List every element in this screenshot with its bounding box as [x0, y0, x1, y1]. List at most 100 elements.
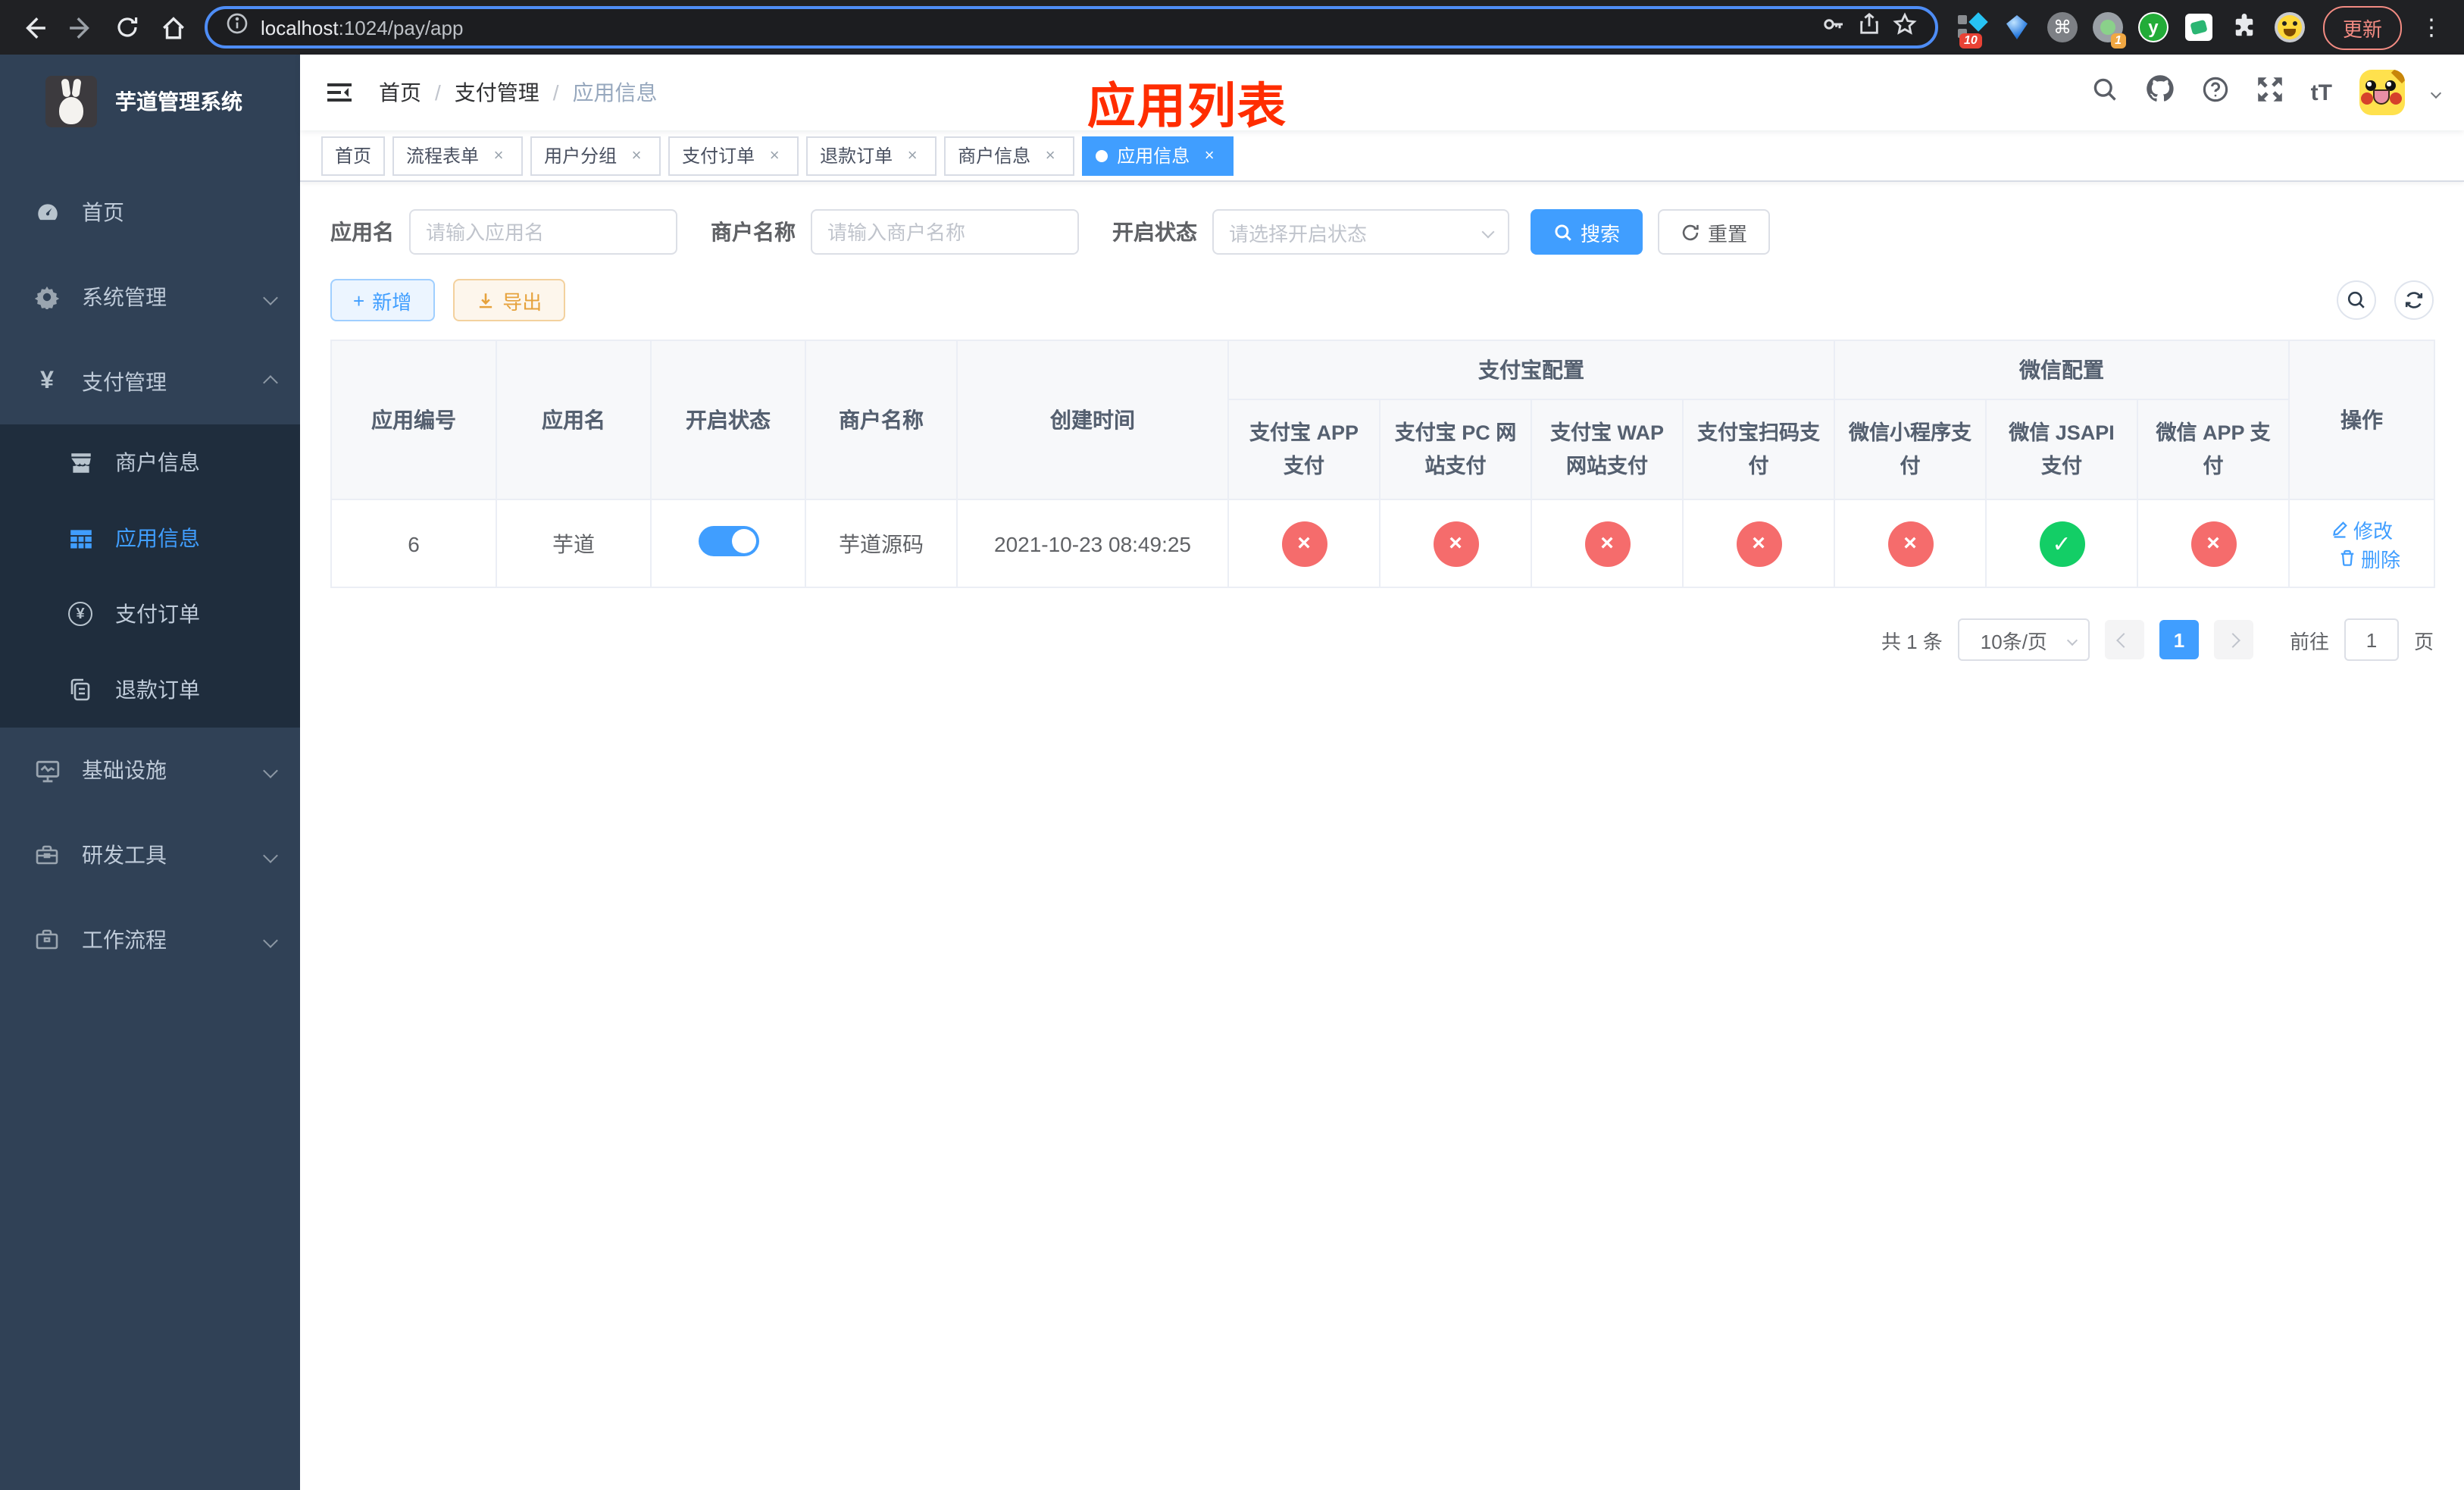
- tab-app-info[interactable]: 应用信息 ×: [1082, 136, 1234, 175]
- sidebar-item-workflow[interactable]: 工作流程: [0, 897, 300, 982]
- home-icon[interactable]: [161, 14, 186, 40]
- alipay-pc-status-icon: ×: [1433, 521, 1478, 567]
- tab-process-form[interactable]: 流程表单 ×: [392, 136, 524, 175]
- cell-created: 2021-10-23 08:49:25: [956, 499, 1229, 589]
- col-wx-mini: 微信小程序支付: [1834, 399, 1987, 501]
- alipay-app-status-icon: ×: [1281, 521, 1327, 567]
- plus-icon: +: [353, 289, 365, 311]
- tab-merchant-info[interactable]: 商户信息 ×: [944, 136, 1075, 175]
- search-button[interactable]: 搜索: [1531, 209, 1643, 255]
- extension-emoji-icon[interactable]: [2274, 12, 2305, 42]
- breadcrumb-home[interactable]: 首页: [379, 77, 421, 108]
- group-wechat-config: 微信配置: [1834, 339, 2290, 401]
- tab-close-icon[interactable]: ×: [626, 145, 647, 166]
- next-page-button[interactable]: [2213, 620, 2253, 660]
- user-avatar[interactable]: [2359, 70, 2405, 115]
- edit-link[interactable]: 修改: [2331, 515, 2393, 544]
- extension-chat-icon[interactable]: [2184, 12, 2214, 42]
- breadcrumb-pay[interactable]: 支付管理: [455, 77, 539, 108]
- page-number[interactable]: 1: [2159, 620, 2199, 660]
- tab-pay-order[interactable]: 支付订单 ×: [668, 136, 799, 175]
- alipay-qr-status-icon: ×: [1736, 521, 1781, 567]
- col-alipay-qr: 支付宝扫码支付: [1682, 399, 1835, 501]
- sidebar-item-pay-order[interactable]: ¥ 支付订单: [0, 576, 300, 652]
- status-select[interactable]: 请选择开启状态: [1212, 209, 1509, 255]
- enabled-toggle[interactable]: [698, 526, 758, 557]
- refresh-button[interactable]: [2394, 280, 2434, 320]
- share-icon[interactable]: [1858, 12, 1881, 42]
- delete-link[interactable]: 删除: [2338, 544, 2400, 573]
- gear-icon: [33, 285, 61, 309]
- fullscreen-icon[interactable]: [2256, 75, 2284, 110]
- forward-icon[interactable]: [68, 14, 94, 40]
- pen-icon: [2333, 521, 2347, 539]
- goto-page-input[interactable]: [2344, 618, 2399, 662]
- prev-page-button[interactable]: [2104, 620, 2144, 660]
- app-name-input[interactable]: [409, 209, 677, 255]
- tab-user-group[interactable]: 用户分组 ×: [530, 136, 661, 175]
- sidebar-item-infra[interactable]: 基础设施: [0, 728, 300, 812]
- select-caret-icon: [2066, 634, 2078, 646]
- col-app-name: 应用名: [496, 339, 652, 501]
- url-bar[interactable]: localhost:1024/pay/app: [205, 6, 1938, 49]
- tab-close-icon[interactable]: ×: [488, 145, 509, 166]
- cell-merchant: 芋道源码: [805, 499, 958, 589]
- sidebar-item-refund-order[interactable]: 退款订单: [0, 652, 300, 728]
- sidebar-item-label: 支付订单: [115, 602, 200, 626]
- cell-app-name: 芋道: [496, 499, 652, 589]
- extension-yudao-icon[interactable]: y: [2137, 12, 2169, 42]
- site-info-icon[interactable]: [226, 12, 249, 42]
- sidebar-logo-row[interactable]: 芋道管理系统: [0, 55, 300, 149]
- tab-close-icon[interactable]: ×: [1040, 145, 1061, 166]
- screenshot-root: localhost:1024/pay/app 10 ⌘ 1 y 更新 ⋮ 芋道管…: [0, 0, 2464, 1490]
- tab-close-icon[interactable]: ×: [1199, 145, 1220, 166]
- tab-home[interactable]: 首页: [321, 136, 386, 175]
- extensions-puzzle-icon[interactable]: [2229, 12, 2259, 42]
- app-logo: [45, 76, 97, 127]
- reload-icon[interactable]: [115, 15, 139, 39]
- back-icon[interactable]: [21, 14, 47, 40]
- sidebar-item-pay[interactable]: ¥ 支付管理: [0, 340, 300, 424]
- sidebar-collapse-icon[interactable]: [300, 55, 379, 130]
- help-icon[interactable]: [2202, 75, 2229, 110]
- export-button[interactable]: 导出: [452, 279, 565, 321]
- cell-status: [650, 499, 806, 589]
- merchant-name-label: 商户名称: [711, 220, 796, 244]
- cell-app-id: 6: [330, 499, 497, 589]
- toolbar-row: + 新增 导出: [330, 279, 2434, 321]
- tab-close-icon[interactable]: ×: [764, 145, 785, 166]
- page-size-select[interactable]: 10条/页: [1957, 618, 2090, 662]
- col-wx-app: 微信 APP 支付: [2137, 399, 2290, 501]
- bookmark-star-icon[interactable]: [1893, 11, 1917, 43]
- sidebar-item-label: 基础设施: [82, 758, 167, 782]
- add-button[interactable]: + 新增: [330, 279, 435, 321]
- tab-refund-order[interactable]: 退款订单 ×: [806, 136, 937, 175]
- wx-jsapi-status-icon: ✓: [2039, 521, 2084, 567]
- browser-update-button[interactable]: 更新: [2322, 5, 2402, 49]
- sidebar-item-merchant-info[interactable]: 商户信息: [0, 424, 300, 500]
- font-size-icon[interactable]: tT: [2311, 80, 2332, 105]
- toggle-search-button[interactable]: [2337, 280, 2376, 320]
- app-name-label: 应用名: [330, 220, 394, 244]
- sidebar-item-system[interactable]: 系统管理: [0, 255, 300, 340]
- extension-gem-icon[interactable]: [2002, 12, 2032, 42]
- github-icon[interactable]: [2146, 74, 2175, 111]
- sidebar-item-label: 应用信息: [115, 526, 200, 550]
- sidebar-item-home[interactable]: 首页: [0, 170, 300, 255]
- extension-recorder-icon[interactable]: 1: [2092, 12, 2126, 49]
- sidebar-item-devtools[interactable]: 研发工具: [0, 812, 300, 897]
- search-icon[interactable]: [2091, 75, 2118, 110]
- sidebar-item-app-info[interactable]: 应用信息: [0, 500, 300, 576]
- extension-command-icon[interactable]: ⌘: [2047, 12, 2078, 42]
- avatar-caret-icon[interactable]: [2430, 86, 2442, 99]
- status-label: 开启状态: [1112, 220, 1197, 244]
- chevron-down-icon: [263, 847, 278, 862]
- password-key-icon[interactable]: [1821, 11, 1846, 43]
- page-body: 应用名 商户名称 开启状态 请选择开启状态 搜索 重置: [300, 182, 2464, 662]
- extension-devtools-icon[interactable]: 10: [1956, 12, 1988, 49]
- merchant-name-input[interactable]: [811, 209, 1079, 255]
- tab-close-icon[interactable]: ×: [902, 145, 923, 166]
- reset-button[interactable]: 重置: [1658, 209, 1771, 255]
- goto-label: 前往: [2289, 630, 2329, 653]
- browser-menu-kebab-icon[interactable]: ⋮: [2414, 14, 2449, 41]
